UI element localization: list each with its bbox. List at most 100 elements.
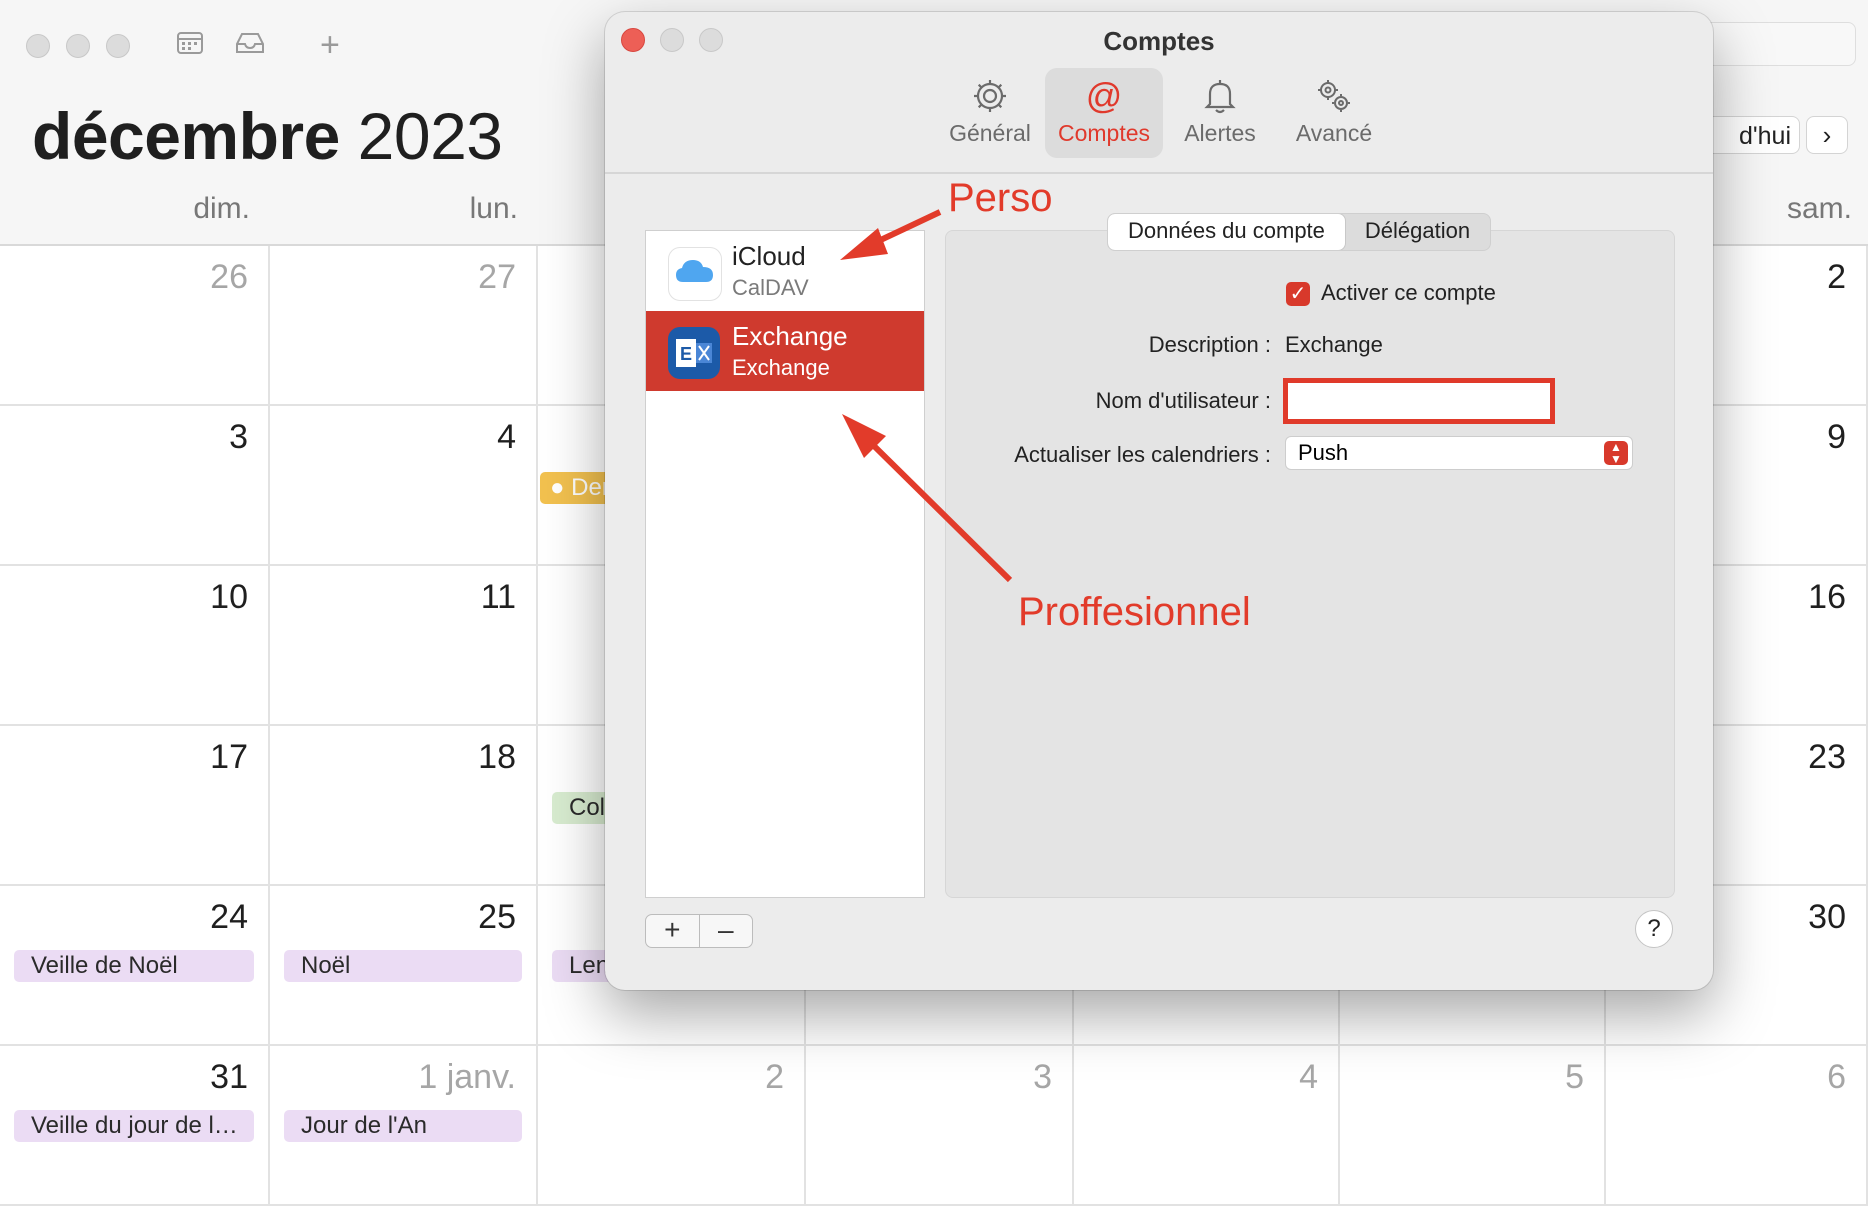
day-number: 9 xyxy=(1827,418,1846,456)
add-remove-control: + – xyxy=(645,914,753,948)
day-number: 17 xyxy=(210,738,248,776)
day-cell[interactable]: 24 Veille de Noël xyxy=(0,886,270,1046)
detail-segmented-control: Données du compte Délégation xyxy=(1107,213,1492,251)
gears-icon xyxy=(1277,74,1391,118)
day-number: 30 xyxy=(1808,898,1846,936)
day-number: 16 xyxy=(1808,578,1846,616)
day-cell[interactable]: 1 janv. Jour de l'An xyxy=(270,1046,538,1206)
account-item-exchange[interactable]: E Exchange Exchange xyxy=(646,311,924,391)
at-icon: @ xyxy=(1045,74,1163,118)
account-name: iCloud xyxy=(732,241,806,271)
segment-delegation[interactable]: Délégation xyxy=(1345,214,1490,250)
day-number: 18 xyxy=(478,738,516,776)
account-type: Exchange xyxy=(732,355,830,380)
day-cell[interactable]: 17 xyxy=(0,726,270,886)
day-cell[interactable]: 5 xyxy=(1340,1046,1606,1206)
icloud-icon xyxy=(668,247,722,301)
accounts-preferences-dialog: Comptes Général @ Comptes Alertes Avancé… xyxy=(605,12,1713,990)
day-number: 31 xyxy=(210,1058,248,1096)
toolbar-divider xyxy=(605,172,1713,174)
zoom-button[interactable] xyxy=(106,34,130,58)
description-label: Description : xyxy=(1148,332,1271,357)
day-cell[interactable]: 2 xyxy=(538,1046,806,1206)
day-number: 4 xyxy=(1299,1058,1318,1096)
day-cell[interactable]: 11 xyxy=(270,566,538,726)
enable-account-label: Activer ce compte xyxy=(1321,280,1496,305)
help-button[interactable]: ? xyxy=(1635,910,1673,948)
account-item-icloud[interactable]: iCloud CalDAV xyxy=(646,231,924,311)
account-name: Exchange xyxy=(732,321,848,351)
day-cell[interactable]: 4 xyxy=(1074,1046,1340,1206)
year: 2023 xyxy=(357,99,503,173)
segment-account-data[interactable]: Données du compte xyxy=(1108,214,1345,250)
day-number: 3 xyxy=(229,418,248,456)
tab-general-label: Général xyxy=(949,120,1031,146)
calendar-event[interactable]: Jour de l'An xyxy=(284,1110,522,1142)
calendar-event[interactable]: Veille du jour de l… xyxy=(14,1110,254,1142)
day-cell[interactable]: 26 xyxy=(0,246,270,406)
day-number: 2 xyxy=(1827,258,1846,296)
tab-comptes-label: Comptes xyxy=(1057,120,1151,146)
gear-icon xyxy=(935,74,1045,118)
day-cell[interactable]: 27 xyxy=(270,246,538,406)
weekday-mon: lun. xyxy=(469,192,518,225)
day-number: 4 xyxy=(497,418,516,456)
day-cell[interactable]: 3 xyxy=(0,406,270,566)
bell-icon xyxy=(1165,74,1275,118)
tab-alertes[interactable]: Alertes xyxy=(1165,68,1275,158)
enable-account-checkbox[interactable]: ✓ xyxy=(1286,282,1310,306)
tab-alertes-label: Alertes xyxy=(1184,120,1256,146)
day-cell[interactable]: 4 xyxy=(270,406,538,566)
username-field[interactable] xyxy=(1283,378,1555,424)
next-month-button[interactable]: › xyxy=(1806,116,1848,154)
add-event-icon[interactable]: + xyxy=(320,28,340,62)
weekday-sun: dim. xyxy=(193,192,250,225)
account-list: iCloud CalDAV E Exchange Exchange xyxy=(645,230,925,898)
close-button[interactable] xyxy=(26,34,50,58)
calendar-list-icon[interactable] xyxy=(176,30,204,62)
day-number: 2 xyxy=(765,1058,784,1096)
refresh-label: Actualiser les calendriers : xyxy=(1014,442,1271,467)
day-cell[interactable]: 3 xyxy=(806,1046,1074,1206)
day-number: 3 xyxy=(1033,1058,1052,1096)
tab-avance-label: Avancé xyxy=(1295,120,1373,146)
day-cell[interactable]: 18 xyxy=(270,726,538,886)
account-detail-pane xyxy=(945,230,1675,898)
dialog-title: Comptes xyxy=(1103,26,1215,56)
description-value[interactable]: Exchange xyxy=(1285,332,1383,358)
refresh-value: Push xyxy=(1298,440,1349,465)
calendar-event[interactable]: Noël xyxy=(284,950,522,982)
remove-account-button[interactable]: – xyxy=(698,915,753,947)
day-cell[interactable]: 10 xyxy=(0,566,270,726)
username-label: Nom d'utilisateur : xyxy=(1095,388,1271,413)
day-cell[interactable]: 6 xyxy=(1606,1046,1868,1206)
day-number: 5 xyxy=(1565,1058,1584,1096)
svg-text:@: @ xyxy=(1086,75,1123,116)
tab-avance[interactable]: Avancé xyxy=(1277,68,1391,158)
day-number: 6 xyxy=(1827,1058,1846,1096)
day-number: 1 janv. xyxy=(418,1058,516,1096)
calendar-event[interactable]: Veille de Noël xyxy=(14,950,254,982)
inbox-icon[interactable] xyxy=(234,30,266,62)
tab-general[interactable]: Général xyxy=(935,68,1045,158)
add-account-button[interactable]: + xyxy=(646,915,699,947)
day-number: 27 xyxy=(478,258,516,296)
day-number: 25 xyxy=(478,898,516,936)
annotation-professionnel: Proffesionnel xyxy=(1018,590,1251,634)
day-number: 23 xyxy=(1808,738,1846,776)
day-number: 11 xyxy=(480,578,516,616)
day-cell[interactable]: 25 Noël xyxy=(270,886,538,1046)
today-button[interactable]: d'hui xyxy=(1700,116,1800,154)
updown-chevron-icon: ▲ ▼ xyxy=(1604,441,1628,465)
day-number: 10 xyxy=(210,578,248,616)
tab-comptes[interactable]: @ Comptes xyxy=(1045,68,1163,158)
refresh-calendars-select[interactable]: Push ▲ ▼ xyxy=(1285,436,1633,470)
account-type: CalDAV xyxy=(732,275,809,300)
month-title: décembre 2023 xyxy=(32,98,503,174)
day-number: 26 xyxy=(210,258,248,296)
svg-text:E: E xyxy=(680,344,692,364)
day-number: 24 xyxy=(210,898,248,936)
exchange-icon: E xyxy=(668,327,720,379)
day-cell[interactable]: 31 Veille du jour de l… xyxy=(0,1046,270,1206)
minimize-button[interactable] xyxy=(66,34,90,58)
